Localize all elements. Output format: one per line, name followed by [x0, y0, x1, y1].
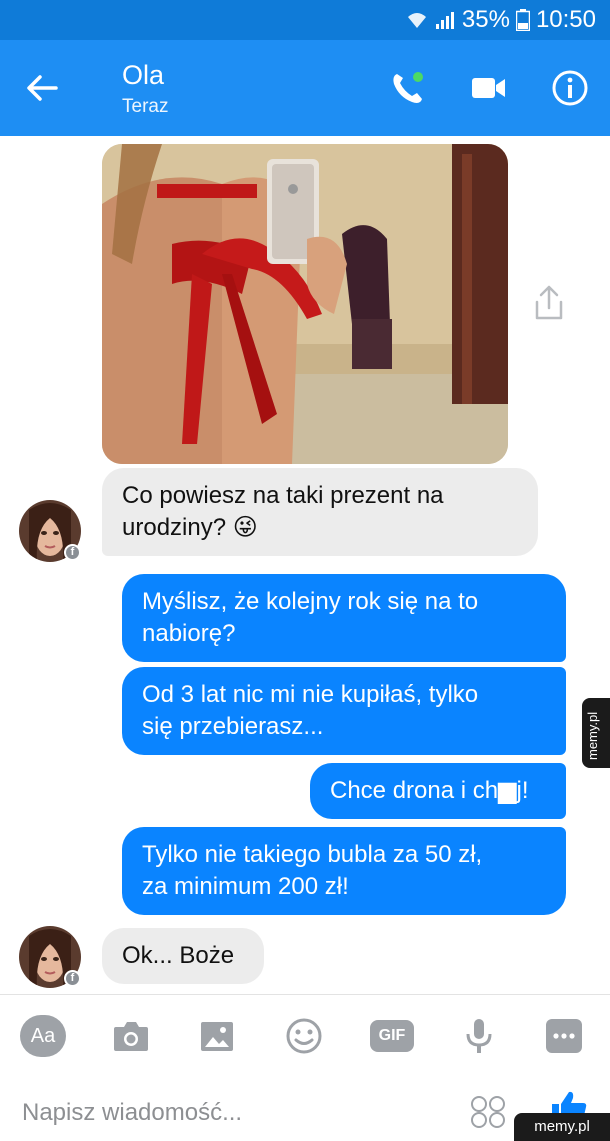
message-line: za minimum 200 zł!: [142, 873, 349, 900]
incoming-message[interactable]: Co powiesz na taki prezent na urodziny? …: [102, 468, 538, 556]
share-icon[interactable]: [528, 282, 570, 324]
site-watermark: memy.pl: [582, 698, 610, 768]
sticker-icon[interactable]: [281, 1015, 327, 1057]
message-line: Ok... Boże: [122, 942, 235, 969]
message-input[interactable]: Napisz wiadomość...: [22, 1099, 242, 1127]
text-format-button[interactable]: Aa: [20, 1015, 66, 1057]
conversation-header: Ola Teraz: [0, 40, 610, 136]
message-line: Od 3 lat nic mi nie kupiłaś, tylko: [142, 681, 479, 708]
battery-percent: 35%: [461, 6, 510, 33]
video-camera-icon[interactable]: [468, 68, 508, 108]
camera-icon[interactable]: [108, 1015, 154, 1057]
outgoing-message[interactable]: Od 3 lat nic mi nie kupiłaś, tylko się p…: [122, 667, 566, 755]
message-line: urodziny? 😜: [122, 514, 258, 541]
contact-name[interactable]: Ola: [122, 60, 164, 91]
emoji-icon[interactable]: [468, 1095, 510, 1129]
outgoing-message[interactable]: Tylko nie takiego bubla za 50 zł, za min…: [122, 827, 566, 915]
gallery-icon[interactable]: [194, 1015, 240, 1057]
battery-icon: [515, 9, 530, 31]
gif-button[interactable]: GIF: [370, 1020, 414, 1052]
outgoing-message[interactable]: Chce drona i ch▆j!: [310, 763, 566, 819]
outgoing-message[interactable]: Myślisz, że kolejny rok się na to nabior…: [122, 574, 566, 662]
photo-image: [102, 144, 508, 464]
facebook-badge-icon: f: [64, 544, 81, 561]
message-line: Myślisz, że kolejny rok się na to: [142, 588, 479, 615]
message-composer: Aa GIF Napisz wiadomość... memy.pl: [0, 994, 610, 1141]
wifi-icon: [406, 10, 428, 30]
phone-icon[interactable]: [388, 68, 428, 108]
incoming-message[interactable]: Ok... Boże: [102, 928, 264, 984]
message-line: się przebierasz...: [142, 713, 324, 740]
contact-status: Teraz: [122, 96, 169, 117]
shared-photo[interactable]: [102, 144, 508, 464]
message-thread[interactable]: Co powiesz na taki prezent na urodziny? …: [0, 136, 610, 994]
signal-icon: [434, 10, 456, 30]
info-icon[interactable]: [550, 68, 590, 108]
status-bar: 35% 10:50: [0, 0, 610, 40]
site-watermark: memy.pl: [514, 1113, 610, 1141]
message-line: Chce drona i ch▆j!: [330, 777, 529, 804]
back-arrow-icon[interactable]: [22, 68, 62, 108]
facebook-badge-icon: f: [64, 970, 81, 987]
status-right: 35% 10:50: [406, 6, 596, 34]
message-line: Co powiesz na taki prezent na: [122, 482, 444, 509]
clock: 10:50: [535, 6, 596, 33]
message-line: nabiorę?: [142, 620, 236, 647]
watermark-text: memy.pl: [585, 711, 600, 760]
microphone-icon[interactable]: [456, 1015, 502, 1057]
more-options-icon[interactable]: [546, 1019, 582, 1053]
message-line: Tylko nie takiego bubla za 50 zł,: [142, 841, 483, 868]
